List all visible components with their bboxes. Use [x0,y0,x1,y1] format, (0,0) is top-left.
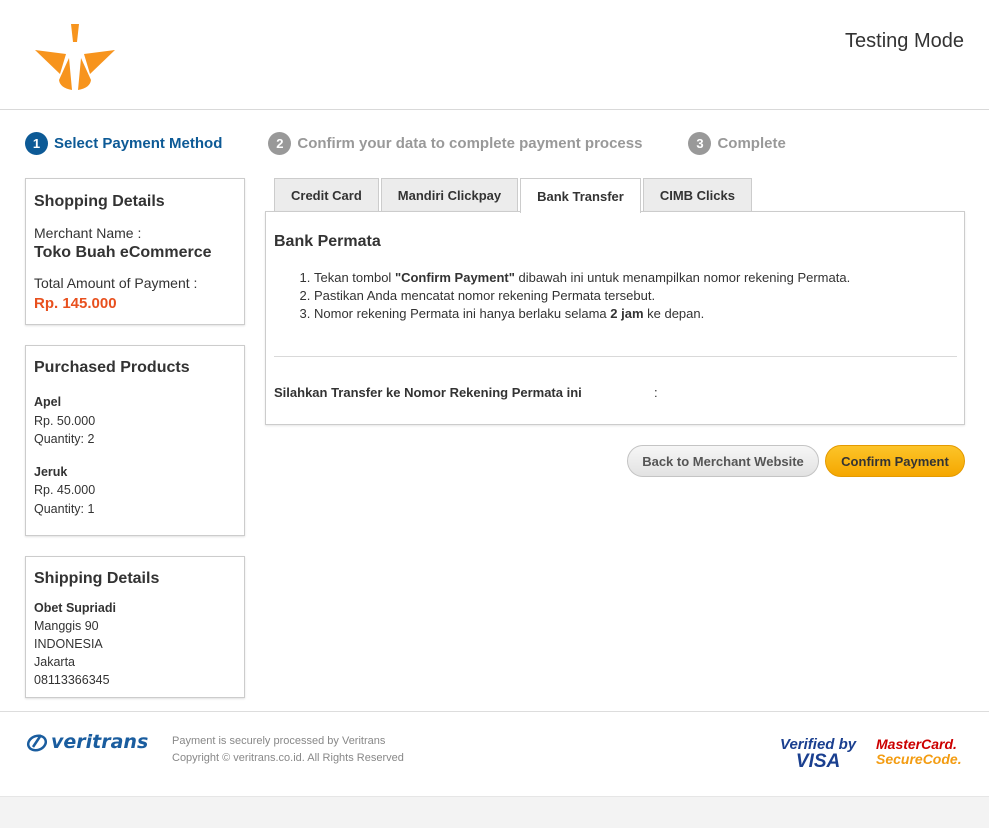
merchant-label: Merchant Name : [34,225,142,241]
shopping-details-panel: Shopping Details Merchant Name : Toko Bu… [25,178,245,325]
shipping-city: Jakarta [34,655,75,669]
shipping-country: INDONESIA [34,637,103,651]
tab-bank-transfer[interactable]: Bank Transfer [520,178,641,213]
total-amount: Rp. 145.000 [34,295,117,312]
instruction-item: Tekan tombol "Confirm Payment" dibawah i… [314,269,850,287]
testing-mode-label: Testing Mode [845,30,964,52]
bottom-strip [0,796,989,828]
securecode-text: SecureCode. [876,751,962,767]
step-number: 1 [25,131,48,155]
step-complete: 3 Complete [688,131,786,155]
vbv-line2: VISA [795,751,841,772]
bank-title: Bank Permata [274,233,381,250]
footer-info: Payment is securely processed by Veritra… [172,733,404,767]
product-name: Jeruk [34,464,68,479]
instruction-item: Pastikan Anda mencatat nomor rekening Pe… [314,287,850,305]
transfer-account-label: Silahkan Transfer ke Nomor Rekening Perm… [274,385,582,400]
instruction-item: Nomor rekening Permata ini hanya berlaku… [314,305,850,323]
shipping-phone: 08113366345 [34,673,110,687]
purchased-products-panel: Purchased Products Apel Rp. 50.000 Quant… [25,345,245,536]
mastercard-securecode-logo: MasterCard. SecureCode. [876,737,962,767]
fruit-logo-icon [35,24,115,90]
shipping-address: Obet Supriadi Manggis 90 INDONESIA Jakar… [34,599,236,689]
verified-by-visa-logo: Verified by VISA [780,736,856,772]
divider [274,356,957,357]
step-label: Select Payment Method [54,134,223,152]
veritrans-logo: veritrans [26,731,148,753]
instruction-text: Nomor rekening Permata ini hanya berlaku… [314,306,611,321]
purchased-products-title: Purchased Products [34,359,190,376]
total-label: Total Amount of Payment : [34,275,198,291]
shopping-details-title: Shopping Details [34,193,165,210]
veritrans-wordmark: veritrans [51,731,149,753]
confirm-payment-button[interactable]: Confirm Payment [825,445,965,477]
tab-cimb-clicks[interactable]: CIMB Clicks [642,178,752,212]
step-select-payment: 1 Select Payment Method [25,131,223,155]
product-item: Apel Rp. 50.000 Quantity: 2 [34,393,236,449]
product-price: Rp. 50.000 [34,413,96,428]
veritrans-swoosh-icon [26,734,48,752]
instruction-emphasis: 2 jam [610,306,644,321]
top-header: Testing Mode [0,0,989,110]
instruction-text: Tekan tombol [314,270,395,285]
footer-processed-text: Payment is securely processed by Veritra… [172,735,386,747]
product-name: Apel [34,395,62,409]
instruction-emphasis: "Confirm Payment" [394,270,515,285]
bank-transfer-panel: Bank Permata Tekan tombol "Confirm Payme… [265,211,965,425]
footer-divider [0,711,989,712]
footer-copyright: Copyright © veritrans.co.id. All Rights … [172,752,404,764]
step-number: 3 [688,131,712,155]
step-confirm-data: 2 Confirm your data to complete payment … [268,131,643,155]
shipping-details-panel: Shipping Details Obet Supriadi Manggis 9… [25,556,245,698]
tab-credit-card[interactable]: Credit Card [274,178,379,212]
back-to-merchant-button[interactable]: Back to Merchant Website [627,445,819,477]
step-label: Complete [717,134,786,152]
instruction-text: ke depan. [643,306,705,321]
product-item: Jeruk Rp. 45.000 Quantity: 1 [34,463,236,519]
payment-method-tabs: Credit Card Mandiri Clickpay Bank Transf… [274,178,754,213]
instruction-list: Tekan tombol "Confirm Payment" dibawah i… [314,269,850,323]
step-label: Confirm your data to complete payment pr… [297,134,643,152]
product-price: Rp. 45.000 [34,483,96,497]
merchant-name: Toko Buah eCommerce [34,244,212,261]
product-quantity: Quantity: 2 [34,432,95,446]
shipping-details-title: Shipping Details [34,570,160,587]
tab-mandiri-clickpay[interactable]: Mandiri Clickpay [380,178,519,212]
transfer-account-colon: : [654,385,658,400]
product-quantity: Quantity: 1 [34,501,95,516]
step-number: 2 [268,131,292,155]
instruction-text: dibawah ini untuk menampilkan nomor reke… [514,270,851,285]
mastercard-text: MasterCard. [876,736,957,752]
shipping-street: Manggis 90 [34,619,99,633]
checkout-steps: 1 Select Payment Method 2 Confirm your d… [25,131,786,155]
shipping-name: Obet Supriadi [34,601,116,615]
